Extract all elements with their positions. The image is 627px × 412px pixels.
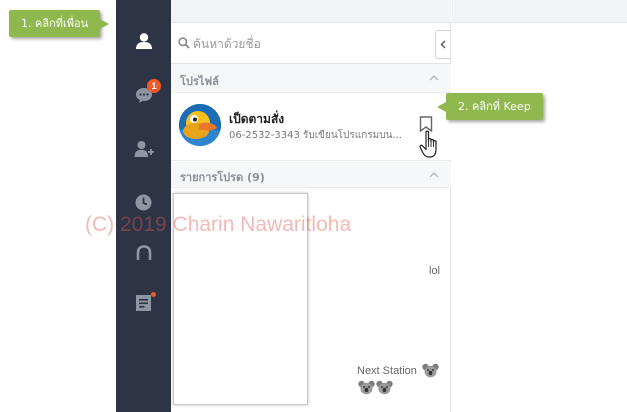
friends-panel: โปรไฟล์ เป็ดตามสั่ง 06-2532-3343 รับเขีย… <box>171 0 451 412</box>
chevron-left-icon <box>440 40 446 49</box>
instruction-callout-step1: 1. คลิกที่เพื่อน <box>9 10 110 37</box>
chevron-up-icon <box>429 172 439 178</box>
sidebar-item-news[interactable] <box>116 235 171 271</box>
friends-icon <box>135 33 152 49</box>
profile-name: เป็ดตามสั่ง <box>229 112 285 126</box>
koala-emoji-icon <box>358 380 375 395</box>
favorites-section-header[interactable]: รายการโปรด (9) <box>171 162 451 188</box>
koala-emoji-icon <box>422 363 439 378</box>
profile-status-message: 06-2532-3343 รับเขียนโปรแกรมบน... <box>229 130 402 141</box>
my-profile-row[interactable]: เป็ดตามสั่ง 06-2532-3343 รับเขียนโปรแกรม… <box>171 93 451 161</box>
sidebar-item-keep-notes[interactable] <box>116 285 171 321</box>
watermark: (C) 2019 Charin Nawaritloha <box>85 213 352 236</box>
panel-topbar <box>171 0 451 23</box>
keep-notes-icon <box>135 295 151 311</box>
unread-badge: 1 <box>147 79 161 93</box>
timeline-icon <box>135 194 152 210</box>
news-icon <box>136 245 151 260</box>
search-bar <box>171 24 451 64</box>
hand-cursor-icon <box>419 130 437 158</box>
sidebar: 1 <box>116 0 171 412</box>
add-friend-icon <box>134 141 154 157</box>
collapse-panel-button[interactable] <box>435 30 450 59</box>
outer-blank-area <box>0 0 116 412</box>
sidebar-item-add-friend[interactable] <box>116 131 171 167</box>
instruction-callout-step2: 2. คลิกที่ Keep <box>437 93 543 120</box>
main-topbar <box>452 0 627 23</box>
chevron-up-icon <box>429 75 439 81</box>
section-title: โปรไฟล์ <box>180 75 219 88</box>
search-icon <box>178 37 190 49</box>
chat-preview-line: lol <box>429 265 441 277</box>
chat-preview-line: Next Station <box>357 365 417 377</box>
notification-dot <box>151 292 156 297</box>
main-content-area <box>452 0 627 412</box>
search-input[interactable] <box>193 34 423 54</box>
avatar <box>179 104 221 146</box>
koala-emoji-icon <box>376 380 393 395</box>
sidebar-item-chats[interactable]: 1 <box>116 77 171 113</box>
section-title: รายการโปรด (9) <box>180 171 265 184</box>
sidebar-item-friends[interactable] <box>116 23 171 59</box>
profile-section-header[interactable]: โปรไฟล์ <box>171 64 451 93</box>
